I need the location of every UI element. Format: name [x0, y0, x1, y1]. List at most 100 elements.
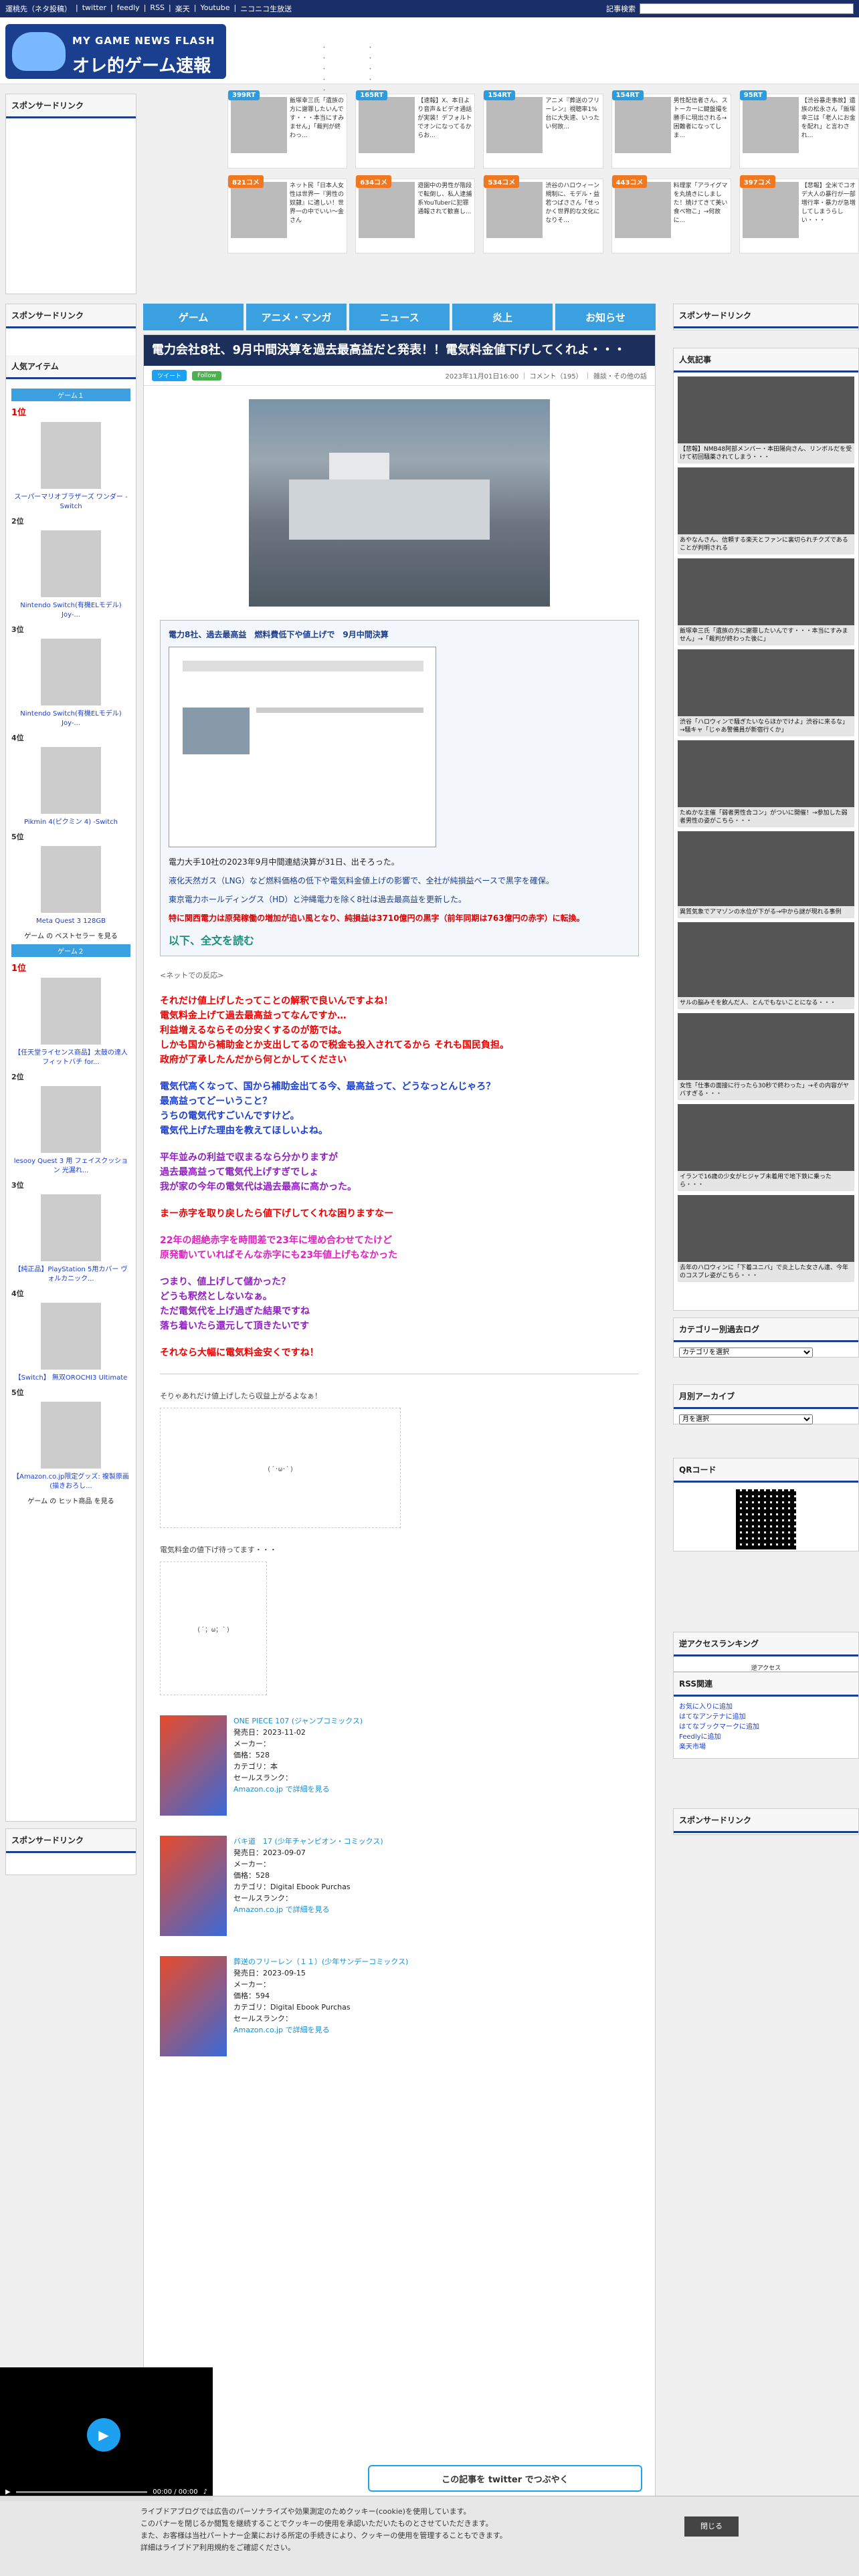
rss-link[interactable]: 楽天市場 [679, 1742, 853, 1752]
rank-name[interactable]: スーパーマリオブラザーズ ワンダー -Switch [11, 493, 130, 512]
header-news-item[interactable]: ・ [321, 43, 327, 53]
month-select[interactable]: 月を選択 [679, 1414, 813, 1424]
rank-image[interactable] [41, 846, 101, 913]
seek-bar[interactable] [15, 2491, 148, 2493]
rss-link[interactable]: Feedlyに追加 [679, 1732, 853, 1742]
rss-link[interactable]: はてなブックマークに追加 [679, 1722, 853, 1732]
tweet-button[interactable]: ツイート [152, 370, 187, 381]
header-news-item[interactable]: ・ [367, 64, 373, 75]
rank-name[interactable]: lesooy Quest 3 用 フェイスクッション 光漏れ... [11, 1157, 130, 1176]
popular-item[interactable]: 女性「仕事の面接に行ったら30秒で終わった」→その内容がヤバすぎる・・・ [678, 1013, 854, 1100]
header-news-item[interactable]: ・ [367, 75, 373, 86]
product-link[interactable]: Amazon.co.jp で詳細を見る [233, 2024, 408, 2036]
play-small-icon[interactable]: ▶ [5, 2488, 11, 2496]
comment-group: 電気代高くなって、国から補助金出てる今、最高益って、どうなっとんじゃろ？ 最高益っ… [160, 1079, 639, 1138]
rank-cat2[interactable]: ゲーム２ [11, 944, 130, 957]
ad-item[interactable]: 399RT 飯塚幸三氏「遺族の方に謝罪したいんです・・・本当にすみません」「裁判が… [227, 90, 348, 169]
popular-caption: 異質気象でアマゾンの水位が下がる→中から謎が現れる事例 [678, 906, 854, 918]
product-title[interactable]: 葬送のフリーレン（１１）(少年サンデーコミックス) [233, 1956, 408, 1967]
ad-item[interactable]: 95RT 【渋谷暴走事故】遺族の松永さん「飯塚幸三は「老人にお金を配れ」と言わされ… [739, 90, 859, 169]
popular-item[interactable]: サルの脳みそを飲んだ人、とんでもないことになる・・・ [678, 922, 854, 1009]
popular-item[interactable]: 去年のハロウィンに「下着ユニバ」で炎上した女さん達、今年のコスプレ姿がこちら・・… [678, 1195, 854, 1282]
rank2-more[interactable]: ゲーム の ヒット商品 を見る [11, 1495, 130, 1505]
top-link[interactable]: Youtube [200, 3, 229, 14]
product-title[interactable]: バキ道 17 (少年チャンピオン・コミックス) [233, 1836, 383, 1847]
read-more-link[interactable]: 以下、全文を読む [169, 932, 630, 948]
ad-item[interactable]: 165RT 【速報】X、本日より音声＆ビデオ通話が実装！デフォルトでオンになってる… [355, 90, 476, 169]
ad-item[interactable]: 154RT 男性配信者さん、ストーカーに鍵盤撮を勝手に現出される→困難者になってし… [611, 90, 731, 169]
rank-name[interactable]: 【Switch】 無双OROCHI3 Ultimate [11, 1374, 130, 1383]
header-news-item[interactable]: ・ [321, 75, 327, 86]
popular-item[interactable]: 飯塚幸三氏「遺族の方に謝罪したいんです・・・本当にすみません」→「裁判が終わった… [678, 558, 854, 645]
rank-name[interactable]: Nintendo Switch(有機ELモデル) Joy-... [11, 601, 130, 620]
popular-caption: 渋谷「ハロウィンで騒ぎたいならほかでけよ」渋谷に来るな」→騒キャ「じゃあ警備員が… [678, 716, 854, 736]
rank-position: 3位 [11, 1181, 24, 1190]
popular-item[interactable]: 異質気象でアマゾンの水位が下がる→中から謎が現れる事例 [678, 831, 854, 918]
cat-select[interactable]: カテゴリを選択 [679, 1348, 813, 1358]
rss-link[interactable]: はてなアンテナに追加 [679, 1712, 853, 1722]
month-archive-title: 月別アーカイブ [674, 1385, 858, 1409]
rank-image[interactable] [41, 422, 101, 489]
nav-item[interactable]: ゲーム [143, 304, 244, 330]
popular-caption: 【悲報】NMB48阿部メンバー・本田陽向さん、リンボルだを受けて初回騒薬されてし… [678, 443, 854, 463]
follow-button[interactable]: Follow [192, 370, 222, 381]
cookie-close-button[interactable]: 閉じる [684, 2516, 739, 2537]
rank-cat1[interactable]: ゲーム１ [11, 389, 130, 401]
play-icon[interactable]: ▶ [87, 2418, 120, 2452]
nav-item[interactable]: アニメ・マンガ [246, 304, 347, 330]
popular-item[interactable]: イランで16歳の少女がヒジャブ未着用で地下鉄に乗ったら・・・ [678, 1104, 854, 1191]
header-news-item[interactable]: ・ [367, 53, 373, 64]
rank-name[interactable]: Meta Quest 3 128GB [11, 917, 130, 926]
rank-image[interactable] [41, 639, 101, 706]
product-cover[interactable] [160, 1956, 227, 2056]
rank-name[interactable]: 【Amazon.co.jp限定グッズ: 複製原画(描きおろし... [11, 1473, 130, 1491]
popular-item[interactable]: 【悲報】NMB48阿部メンバー・本田陽向さん、リンボルだを受けて初回騒薬されてし… [678, 377, 854, 463]
popular-item[interactable]: あやなんさん、信頼する楽天とファンに裏切られチクズであることが判明される [678, 467, 854, 554]
ad-item[interactable]: 397コメ【悲報】全米でコオデ大人の暴行が一部増行率・暴力が急増してしまうらしい… [739, 175, 859, 253]
volume-icon[interactable]: ♪ [203, 2488, 207, 2496]
rank-image[interactable] [41, 1303, 101, 1370]
product-cover[interactable] [160, 1715, 227, 1816]
rank-name[interactable]: Nintendo Switch(有機ELモデル) Joy-... [11, 710, 130, 728]
header-news-item[interactable]: ・ [367, 43, 373, 53]
rank-image[interactable] [41, 1194, 101, 1261]
rank-image[interactable] [41, 530, 101, 597]
ad-item[interactable]: 821コメ ネット民「日本人女性は世界一『男性の奴隷』に適しい！世界一の中でいい～… [227, 175, 348, 253]
nav-item[interactable]: ニュース [349, 304, 450, 330]
nav-item[interactable]: お知らせ [555, 304, 656, 330]
rank-image[interactable] [41, 978, 101, 1045]
rss-link[interactable]: お気に入りに追加 [679, 1702, 853, 1712]
header-news-item[interactable]: ・ [321, 64, 327, 75]
popular-item[interactable]: 渋谷「ハロウィンで騒ぎたいならほかでけよ」渋谷に来るな」→騒キャ「じゃあ警備員が… [678, 649, 854, 736]
ad-text: 【悲報】全米でコオデ大人の暴行が一部増行率・暴力が急増してしまうらしい・・・ [801, 183, 856, 224]
site-logo[interactable]: MY GAME NEWS FLASH オレ的ゲーム速報@JIN [5, 24, 226, 79]
popular-item[interactable]: たぬかな主催「弱者男性合コン」がついに開催！→参加した弱者男性の姿がこちら・・・ [678, 740, 854, 827]
top-link[interactable]: ニコニコ生放送 [240, 3, 292, 14]
top-link[interactable]: twitter [82, 3, 106, 14]
rank-image[interactable] [41, 1402, 101, 1469]
top-link[interactable]: RSS [150, 3, 165, 14]
rank-image[interactable] [41, 747, 101, 814]
rank-name[interactable]: Pikmin 4(ピクミン 4) -Switch [11, 818, 130, 827]
ad-badge: 397コメ [739, 175, 775, 188]
nav-item[interactable]: 炎上 [452, 304, 553, 330]
top-link[interactable]: 楽天 [175, 3, 190, 14]
rank1-more[interactable]: ゲーム の ベストセラー を見る [11, 930, 130, 940]
ad-item[interactable]: 443コメ 料理家「アライグマを丸焼きにしました！焼けてきて美い食べ物こ」→何故に… [611, 175, 731, 253]
rank-name[interactable]: 【純正品】PlayStation 5用カバー ヴォルカニック... [11, 1265, 130, 1284]
search-input[interactable] [640, 3, 854, 14]
ad-item[interactable]: 534コメ 渋谷のハロウィーン規制に、モデル・益若つばささん「せっかく世界的な文化… [483, 175, 603, 253]
product-cover[interactable] [160, 1836, 227, 1936]
product-link[interactable]: Amazon.co.jp で詳細を見る [233, 1784, 363, 1795]
product-title[interactable]: ONE PIECE 107 (ジャンプコミックス) [233, 1715, 363, 1727]
article-date: 2023年11月01日16:00 ｜ コメント（195） ｜ 雑談・その他の話 [445, 373, 647, 381]
tweet-banner[interactable]: この記事を twitter でつぶやく [368, 2465, 642, 2492]
header-news-item[interactable]: ・ [321, 53, 327, 64]
rank-name[interactable]: 【任天堂ライセンス商品】太鼓の達人 フィットバチ for... [11, 1049, 130, 1067]
ad-item[interactable]: 154RT アニメ『葬送のフリーレン』視聴率1%台に大失速、いったい何故... [483, 90, 603, 169]
top-link[interactable]: feedly [117, 3, 140, 14]
ad-item[interactable]: 634コメ 遊園中の男性が階段で転倒し、私人逮捕系YouTuberに犯罪通報されて… [355, 175, 476, 253]
rank-image[interactable] [41, 1086, 101, 1153]
top-link[interactable]: 運桃先（ネタ投稿） [5, 3, 72, 14]
product-link[interactable]: Amazon.co.jp で詳細を見る [233, 1904, 383, 1915]
